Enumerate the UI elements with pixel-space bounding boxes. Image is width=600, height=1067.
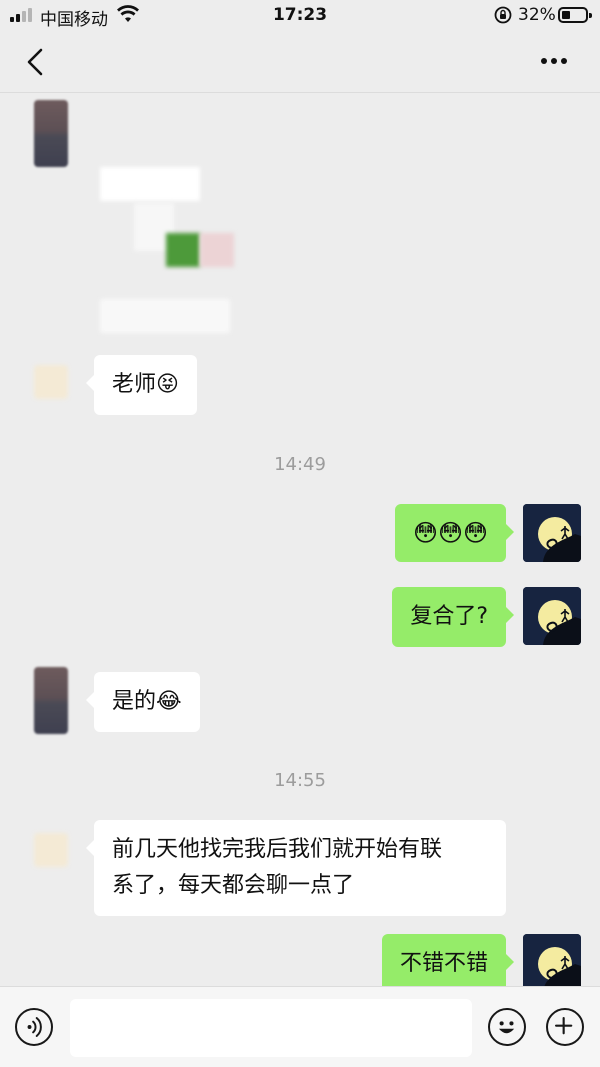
- message-bubble-outgoing[interactable]: 😳😳😳: [394, 504, 515, 562]
- chat-area[interactable]: 老师😝 14:49 😳😳😳 复合了? 是的😂 14:55 前几天他找完我后我们就…: [0, 93, 600, 986]
- back-icon[interactable]: [22, 48, 50, 76]
- contact-avatar[interactable]: [34, 833, 68, 867]
- message-timestamp: 14:49: [274, 454, 326, 475]
- message-bubble-incoming[interactable]: 前几天他找完我后我们就开始有联 系了，每天都会聊一点了: [86, 820, 506, 916]
- message-timestamp: 14:55: [274, 770, 326, 791]
- message-bubble-incoming[interactable]: 老师😝: [86, 355, 197, 415]
- contact-avatar[interactable]: [34, 365, 68, 399]
- more-icon[interactable]: [540, 56, 568, 66]
- battery-icon: [558, 7, 592, 23]
- message-bubble-incoming[interactable]: 是的😂: [86, 672, 200, 732]
- input-bar: [0, 986, 600, 1067]
- rotation-lock-icon: [494, 6, 512, 24]
- message-input[interactable]: [70, 999, 472, 1057]
- voice-icon[interactable]: [15, 1008, 53, 1046]
- battery-percent: 32%: [518, 5, 556, 25]
- emoji-icon[interactable]: [488, 1008, 526, 1046]
- status-bar: 中国移动 17:23 32%: [0, 0, 600, 32]
- my-avatar[interactable]: [523, 587, 581, 645]
- my-avatar[interactable]: [523, 934, 581, 986]
- message-bubble-outgoing[interactable]: 复合了?: [392, 587, 514, 647]
- nav-bar: [0, 32, 600, 92]
- blurred-image-message[interactable]: [96, 113, 236, 333]
- contact-avatar[interactable]: [34, 667, 68, 734]
- contact-avatar[interactable]: [34, 100, 68, 167]
- message-bubble-outgoing[interactable]: 不错不错: [381, 934, 515, 986]
- plus-icon[interactable]: [546, 1008, 584, 1046]
- my-avatar[interactable]: [523, 504, 581, 562]
